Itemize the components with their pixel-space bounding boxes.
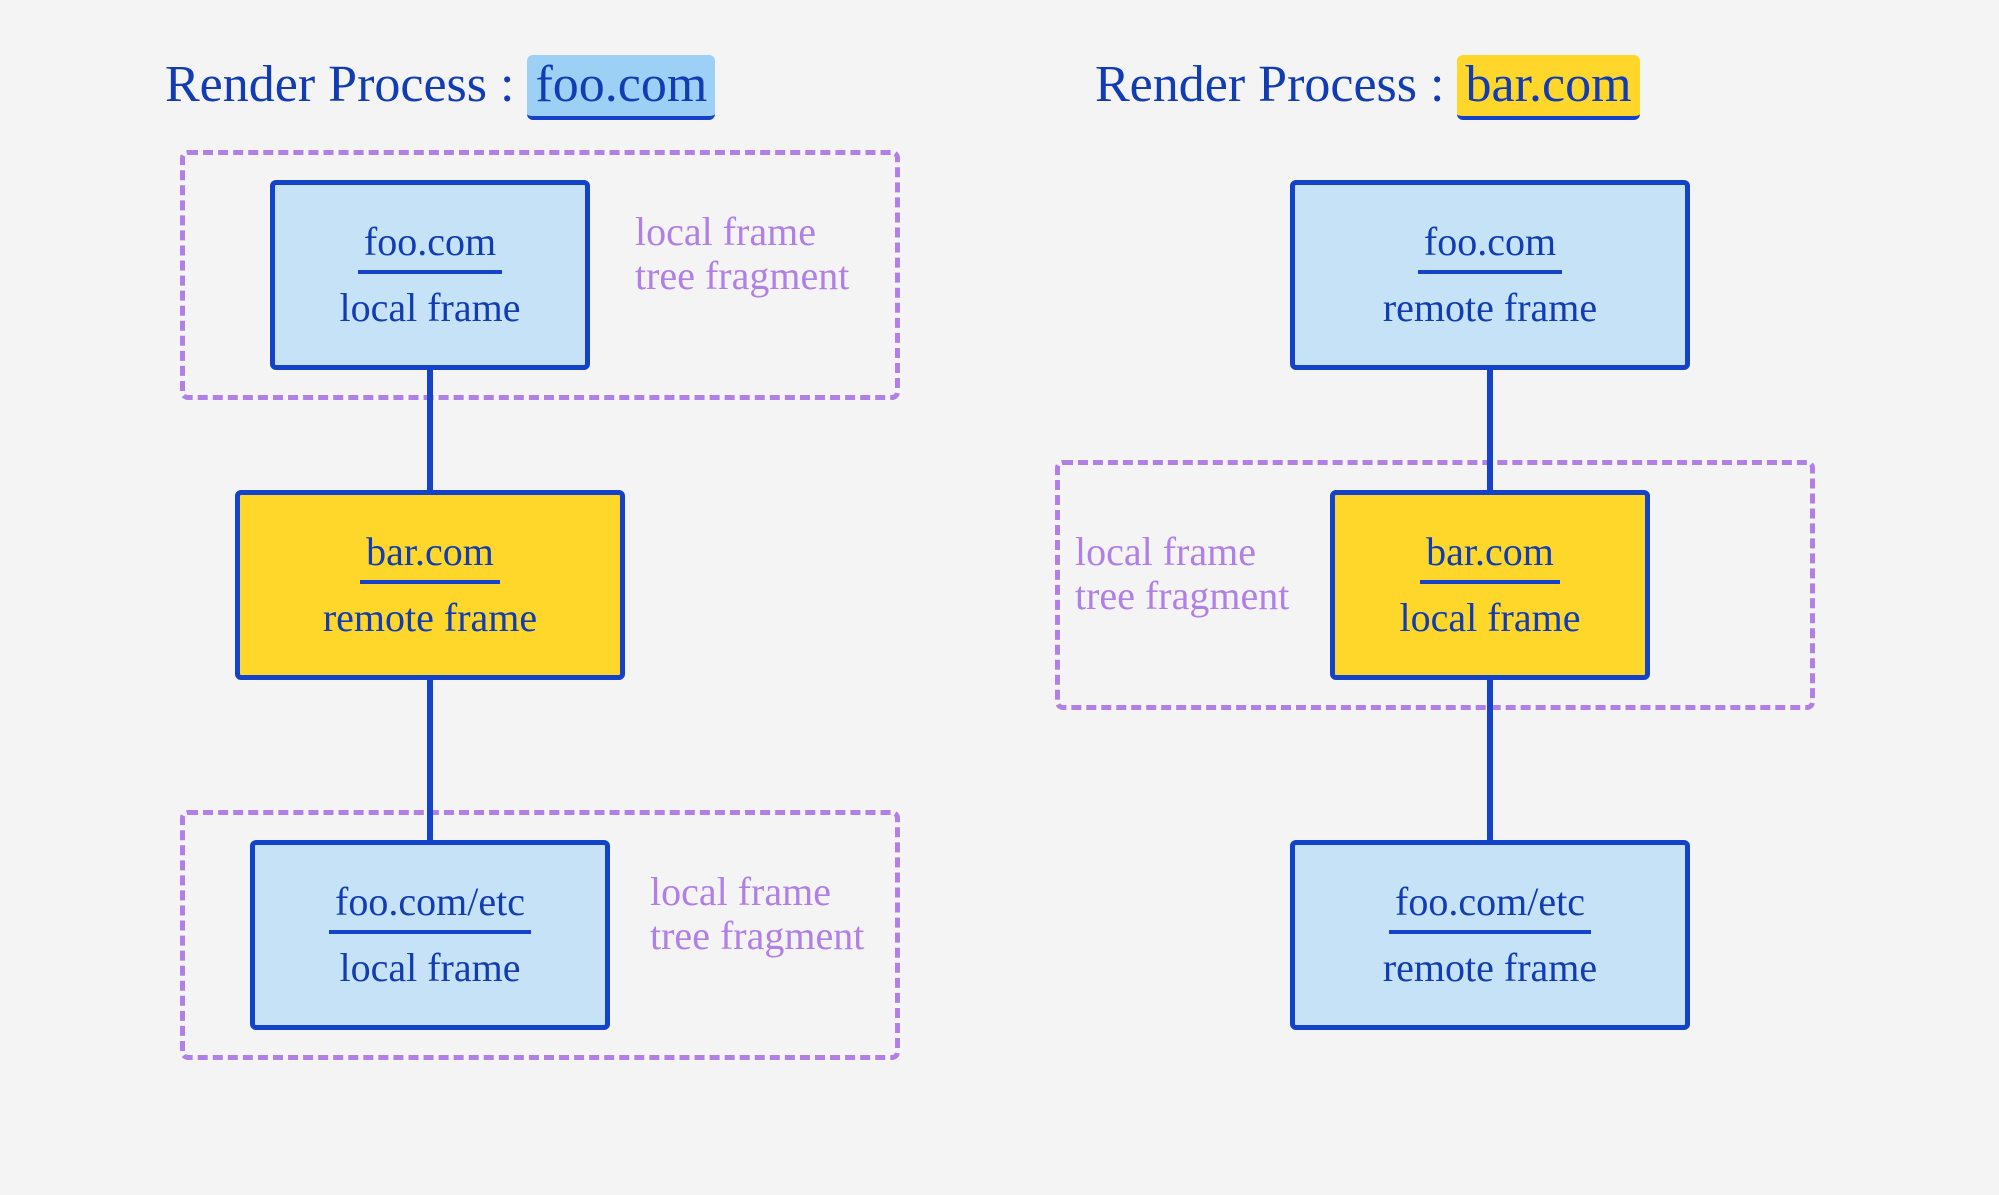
right-node-3-url: foo.com/etc [1389, 878, 1591, 934]
right-node-1: foo.com remote frame [1290, 180, 1690, 370]
diagram-stage: Render Process : foo.com Render Process … [0, 0, 1999, 1195]
heading-left: Render Process : foo.com [165, 55, 715, 120]
heading-left-prefix: Render Process : [165, 56, 514, 113]
left-node-1: foo.com local frame [270, 180, 590, 370]
left-connector-1 [427, 370, 433, 490]
left-node-3: foo.com/etc local frame [250, 840, 610, 1030]
right-connector-1 [1487, 370, 1493, 490]
right-node-2: bar.com local frame [1330, 490, 1650, 680]
fragment-label-right: local frame tree fragment [1075, 530, 1289, 618]
fragment-label-left-2: local frame tree fragment [650, 870, 864, 958]
left-node-2-kind: remote frame [323, 594, 537, 642]
right-node-1-kind: remote frame [1383, 284, 1597, 332]
left-node-2-url: bar.com [360, 528, 500, 584]
left-node-3-url: foo.com/etc [329, 878, 531, 934]
fragment-label-left-1: local frame tree fragment [635, 210, 849, 298]
right-node-3: foo.com/etc remote frame [1290, 840, 1690, 1030]
left-node-1-kind: local frame [340, 284, 521, 332]
right-node-2-kind: local frame [1400, 594, 1581, 642]
heading-left-site: foo.com [527, 55, 715, 120]
left-node-2: bar.com remote frame [235, 490, 625, 680]
right-connector-2 [1487, 680, 1493, 840]
left-connector-2 [427, 680, 433, 840]
heading-right-site: bar.com [1457, 55, 1639, 120]
right-node-3-kind: remote frame [1383, 944, 1597, 992]
right-node-2-url: bar.com [1420, 528, 1560, 584]
right-node-1-url: foo.com [1418, 218, 1562, 274]
left-node-3-kind: local frame [340, 944, 521, 992]
heading-right-prefix: Render Process : [1095, 56, 1444, 113]
left-node-1-url: foo.com [358, 218, 502, 274]
heading-right: Render Process : bar.com [1095, 55, 1640, 120]
